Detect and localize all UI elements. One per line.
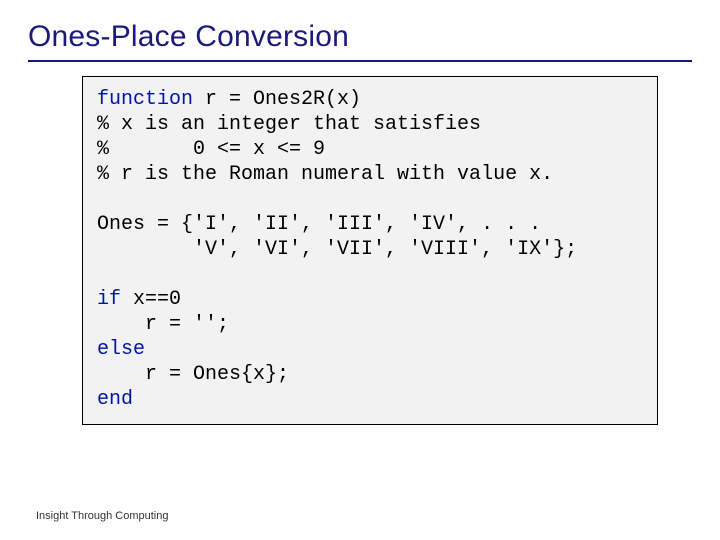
code-line-6: 'V', 'VI', 'VII', 'VIII', 'IX'}; [97, 238, 577, 261]
keyword-end: end [97, 388, 133, 411]
keyword-if: if [97, 288, 121, 311]
code-blank-2 [97, 263, 109, 286]
code-line-5: Ones = {'I', 'II', 'III', 'IV', . . . [97, 213, 541, 236]
footer-text: Insight Through Computing [36, 510, 169, 522]
code-line-10: r = Ones{x}; [97, 363, 289, 386]
title-rule [28, 60, 692, 62]
code-line-8: r = ''; [97, 313, 229, 336]
slide: Ones-Place Conversion function r = Ones2… [0, 0, 720, 540]
code-blank-1 [97, 188, 109, 211]
code-line-2: % x is an integer that satisfies [97, 113, 481, 136]
code-line-4: % r is the Roman numeral with value x. [97, 163, 553, 186]
code-box: function r = Ones2R(x) % x is an integer… [82, 76, 658, 425]
code-line-3: % 0 <= x <= 9 [97, 138, 325, 161]
code-line-1b: r = Ones2R(x) [193, 88, 361, 111]
code-block: function r = Ones2R(x) % x is an integer… [97, 87, 643, 412]
keyword-else: else [97, 338, 145, 361]
code-line-7b: x==0 [121, 288, 181, 311]
page-title: Ones-Place Conversion [28, 20, 692, 54]
keyword-function: function [97, 88, 193, 111]
